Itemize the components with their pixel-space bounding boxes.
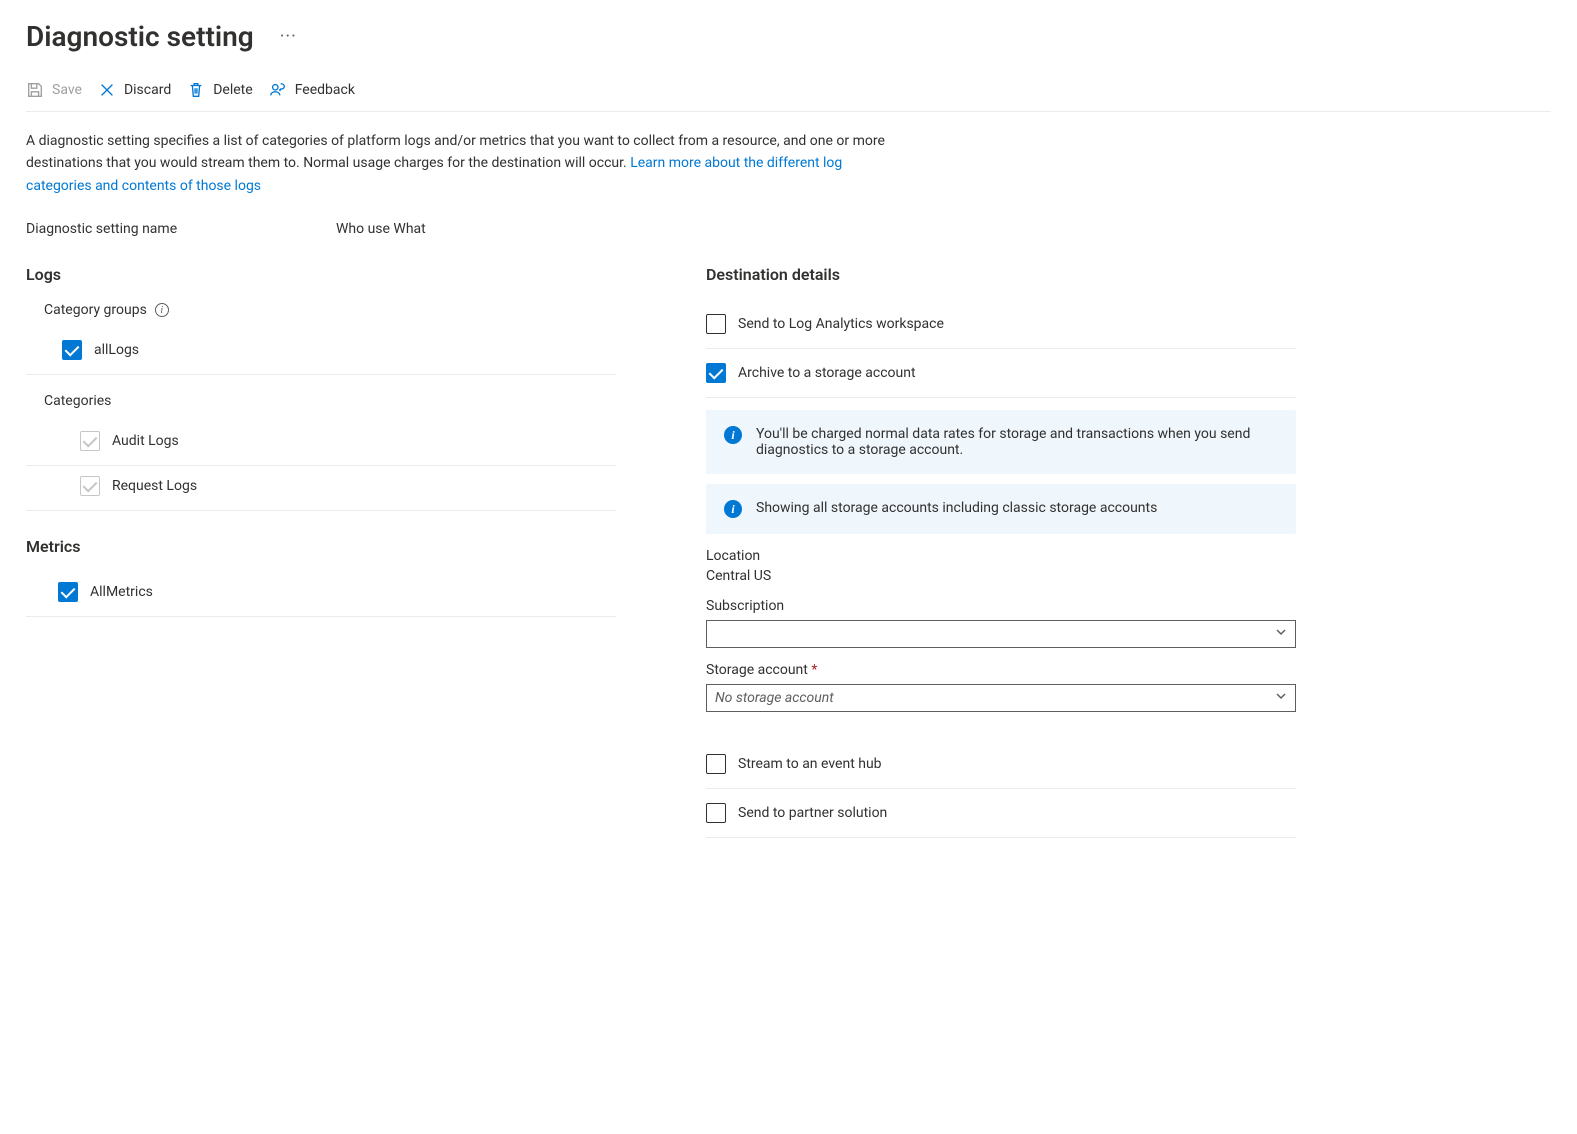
chevron-down-icon xyxy=(1275,626,1287,642)
archive-storage-checkbox[interactable] xyxy=(706,363,726,383)
audit-logs-label: Audit Logs xyxy=(112,433,179,449)
feedback-button[interactable]: Feedback xyxy=(269,81,355,99)
page-title: Diagnostic setting xyxy=(26,20,254,53)
storage-account-value: No storage account xyxy=(715,690,834,706)
logs-heading: Logs xyxy=(26,265,616,284)
intro-text: A diagnostic setting specifies a list of… xyxy=(26,130,896,197)
send-log-analytics-label: Send to Log Analytics workspace xyxy=(738,316,944,332)
allmetrics-checkbox[interactable] xyxy=(58,582,78,602)
close-icon xyxy=(98,81,116,99)
delete-button[interactable]: Delete xyxy=(187,81,252,99)
archive-storage-label: Archive to a storage account xyxy=(738,365,916,381)
more-menu-icon[interactable]: ··· xyxy=(274,22,303,51)
subscription-select[interactable] xyxy=(706,620,1296,648)
allmetrics-label: AllMetrics xyxy=(90,584,153,600)
metrics-heading: Metrics xyxy=(26,537,616,556)
info-circle-icon: i xyxy=(724,500,742,518)
subscription-label: Subscription xyxy=(706,598,1296,614)
destination-heading: Destination details xyxy=(706,265,1296,284)
storage-info-2: i Showing all storage accounts including… xyxy=(706,484,1296,534)
info-circle-icon: i xyxy=(724,426,742,444)
location-label: Location xyxy=(706,548,1296,564)
storage-info-1-text: You'll be charged normal data rates for … xyxy=(756,426,1278,458)
alllogs-checkbox[interactable] xyxy=(62,340,82,360)
alllogs-label: allLogs xyxy=(94,342,139,358)
storage-account-label: Storage account * xyxy=(706,662,1296,678)
storage-info-2-text: Showing all storage accounts including c… xyxy=(756,500,1157,518)
save-label: Save xyxy=(52,82,82,98)
info-icon[interactable]: i xyxy=(155,303,169,317)
feedback-label: Feedback xyxy=(295,82,355,98)
send-log-analytics-checkbox[interactable] xyxy=(706,314,726,334)
discard-label: Discard xyxy=(124,82,171,98)
request-logs-checkbox xyxy=(80,476,100,496)
chevron-down-icon xyxy=(1275,690,1287,706)
storage-account-select[interactable]: No storage account xyxy=(706,684,1296,712)
feedback-icon xyxy=(269,81,287,99)
audit-logs-checkbox xyxy=(80,431,100,451)
categories-heading: Categories xyxy=(44,393,111,409)
save-button[interactable]: Save xyxy=(26,81,82,99)
category-groups-heading: Category groups xyxy=(44,302,147,318)
setting-name-label: Diagnostic setting name xyxy=(26,221,336,237)
delete-label: Delete xyxy=(213,82,252,98)
trash-icon xyxy=(187,81,205,99)
discard-button[interactable]: Discard xyxy=(98,81,171,99)
stream-eventhub-checkbox[interactable] xyxy=(706,754,726,774)
setting-name-value[interactable]: Who use What xyxy=(336,221,426,237)
request-logs-label: Request Logs xyxy=(112,478,197,494)
command-bar: Save Discard Delete Feedback xyxy=(26,81,1551,112)
location-value: Central US xyxy=(706,568,1296,584)
send-partner-checkbox[interactable] xyxy=(706,803,726,823)
save-icon xyxy=(26,81,44,99)
send-partner-label: Send to partner solution xyxy=(738,805,887,821)
stream-eventhub-label: Stream to an event hub xyxy=(738,756,882,772)
storage-info-1: i You'll be charged normal data rates fo… xyxy=(706,410,1296,474)
